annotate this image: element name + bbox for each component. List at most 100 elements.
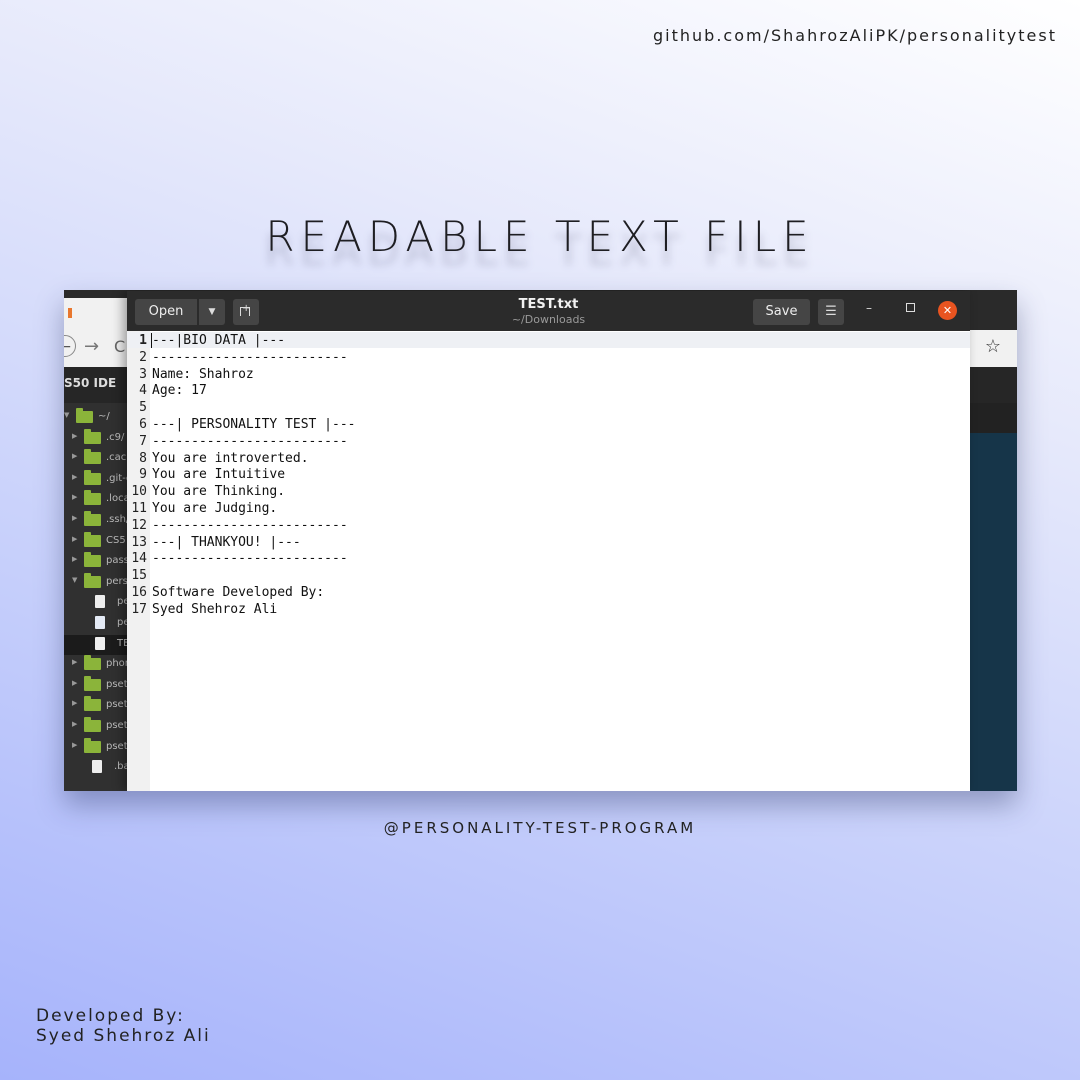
caret-right-icon[interactable]: ▶ [72, 432, 77, 440]
developer-credit: Developed By: Syed Shehroz Ali [36, 1006, 211, 1046]
file-tree-item[interactable]: ▶ pset [72, 696, 128, 716]
editor-line[interactable]: 11 You are Judging. [127, 500, 970, 517]
maximize-icon[interactable] [906, 303, 915, 312]
text-cursor [151, 333, 152, 348]
minimize-icon[interactable]: – [866, 301, 872, 315]
credit-name: Syed Shehroz Ali [36, 1026, 211, 1046]
file-tree-item[interactable]: TE [64, 634, 129, 655]
file-tree-item[interactable]: ▶ CS5 [72, 531, 128, 552]
forward-arrow-icon[interactable]: → [84, 336, 99, 357]
credit-label: Developed By: [36, 1006, 185, 1026]
text-editor[interactable]: 1 ---|BIO DATA |--- 2 ---------------------… [127, 331, 970, 791]
file-tree-label: pset [106, 720, 128, 731]
line-text: ------------------------- [152, 349, 348, 365]
file-tree-label: pass [106, 555, 129, 567]
caret-right-icon[interactable]: ▶ [72, 658, 77, 666]
gedit-headerbar: Open ▼ TEST.txt ~/Downloads Save ☰ – ✕ [127, 291, 970, 331]
line-text: ------------------------- [152, 551, 348, 567]
line-number: 16 [131, 585, 147, 600]
file-tree-item[interactable]: .bas [72, 758, 135, 778]
folder-icon [84, 469, 101, 485]
editor-line[interactable]: 16 Software Developed By: [127, 584, 970, 601]
line-number: 12 [131, 517, 147, 533]
file-tree-item[interactable]: ▶ pset [72, 737, 128, 758]
file-tree-label: pset [106, 699, 128, 711]
caret-right-icon[interactable]: ▶ [72, 720, 77, 728]
editor-line[interactable]: 14 ------------------------- [127, 550, 970, 567]
editor-line[interactable]: 4 Age: 17 [127, 382, 970, 399]
editor-line[interactable]: 5 [127, 399, 970, 416]
line-text: You are Intuitive [152, 467, 286, 483]
caret-right-icon[interactable]: ▶ [72, 535, 77, 543]
file-tree-item[interactable]: ▼ pers [72, 572, 128, 593]
editor-line[interactable]: 7 ------------------------- [127, 433, 970, 450]
file-tree-item[interactable]: ▶ .ssh/ [72, 511, 130, 531]
file-tree-item[interactable]: ▶ pset [72, 717, 128, 737]
caret-right-icon[interactable]: ▶ [72, 514, 77, 522]
editor-line[interactable]: 2 ------------------------- [127, 349, 970, 366]
folder-icon [76, 408, 93, 423]
file-tree-item[interactable]: ▶ .c9/ [72, 428, 128, 449]
caret-down-icon[interactable]: ▼ [72, 576, 77, 584]
folder-icon [84, 737, 101, 753]
reload-icon[interactable]: C [114, 337, 125, 356]
editor-line[interactable]: 1 ---|BIO DATA |--- [127, 332, 970, 349]
editor-line[interactable]: 8 You are introverted. [127, 450, 970, 467]
save-button[interactable]: Save [753, 299, 810, 325]
file-tree-item[interactable]: pe [64, 614, 130, 634]
file-tree-item[interactable]: ▶ .git-c [72, 469, 131, 490]
folder-icon [84, 552, 101, 568]
file-tree-item[interactable]: ▶ .caci [72, 449, 129, 469]
editor-line[interactable]: 12 ------------------------- [127, 517, 970, 534]
file-tree-item[interactable]: ▶ .loca [72, 490, 130, 510]
editor-line[interactable]: 15 [127, 567, 970, 584]
caret-right-icon[interactable]: ▶ [72, 473, 77, 481]
folder-icon [84, 490, 101, 506]
line-number: 6 [139, 417, 147, 432]
file-tree-item[interactable]: ▶ pass [72, 552, 129, 572]
file-icon [95, 616, 105, 629]
browser-tab[interactable]: 4a39315 [64, 298, 128, 347]
editor-line[interactable]: 9 You are Intuitive [127, 466, 970, 483]
folder-icon [84, 717, 101, 732]
page-title: READABLE TEXT FILE [265, 212, 815, 261]
file-tree-item[interactable]: ▶ phon [72, 655, 131, 675]
menu-icon: ☰ [825, 304, 837, 319]
editor-line[interactable]: 3 Name: Shahroz [127, 366, 970, 383]
line-number: 2 [139, 349, 147, 365]
line-number: 11 [131, 501, 147, 516]
line-text: Software Developed By: [152, 585, 325, 600]
file-tree-item[interactable]: ▶ pset [72, 675, 128, 696]
caret-right-icon[interactable]: ▶ [72, 679, 77, 687]
bookmark-star-icon[interactable]: ☆ [985, 336, 1001, 357]
line-number: 3 [139, 366, 147, 382]
file-tree-item[interactable]: pe [64, 593, 130, 613]
file-icon [92, 760, 102, 774]
editor-line[interactable]: 6 ---| PERSONALITY TEST |--- [127, 416, 970, 433]
caret-right-icon[interactable]: ▶ [72, 741, 77, 749]
line-text: You are Thinking. [152, 484, 286, 500]
folder-icon [84, 449, 101, 465]
editor-line[interactable]: 17 Syed Shehroz Ali [127, 601, 970, 618]
file-tree-item[interactable]: ▼ ~/ [64, 408, 128, 428]
line-text: Syed Shehroz Ali [152, 601, 278, 617]
editor-line[interactable]: 10 You are Thinking. [127, 483, 970, 500]
caret-down-icon[interactable]: ▼ [64, 411, 69, 419]
line-number: 1 [139, 333, 147, 348]
hamburger-menu-button[interactable]: ☰ [818, 299, 844, 325]
caret-right-icon[interactable]: ▶ [72, 699, 77, 707]
caret-right-icon[interactable]: ▶ [72, 493, 77, 501]
caret-right-icon[interactable]: ▶ [72, 452, 77, 460]
caret-right-icon[interactable]: ▶ [72, 555, 77, 563]
ide-editor-area [970, 433, 1017, 791]
file-icon [95, 636, 105, 650]
line-text: ------------------------- [152, 433, 348, 449]
file-tree-label: .ssh/ [106, 514, 130, 525]
folder-icon [84, 696, 101, 712]
close-icon[interactable]: ✕ [938, 301, 957, 320]
gedit-window: Open ▼ TEST.txt ~/Downloads Save ☰ – ✕ 1… [127, 291, 970, 791]
line-number: 17 [131, 601, 147, 617]
folder-icon [84, 511, 101, 526]
editor-line[interactable]: 13 ---| THANKYOU! |--- [127, 534, 970, 551]
github-link[interactable]: github.com/ShahrozAliPK/personalitytest [653, 26, 1057, 45]
